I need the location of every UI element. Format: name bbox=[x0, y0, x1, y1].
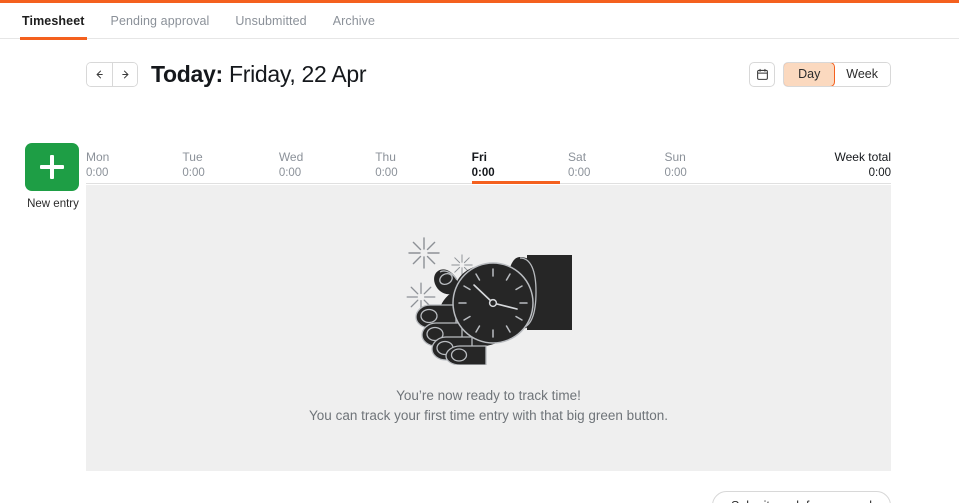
day-column-sat[interactable]: Sat 0:00 bbox=[568, 144, 664, 183]
calendar-picker-button[interactable] bbox=[749, 61, 776, 87]
day-total: 0:00 bbox=[375, 167, 398, 179]
day-name: Tue bbox=[182, 150, 203, 164]
main-tab-bar: Timesheet Pending approval Unsubmitted A… bbox=[0, 3, 959, 40]
arrow-left-icon bbox=[96, 70, 103, 78]
empty-state-text: You’re now ready to track time! You can … bbox=[309, 386, 668, 426]
day-total: 0:00 bbox=[86, 167, 109, 179]
day-name: Mon bbox=[86, 150, 110, 164]
day-total: 0:00 bbox=[664, 167, 687, 179]
page-title-prefix: Today: bbox=[151, 60, 223, 87]
footer-actions: Submit week for approval bbox=[711, 491, 891, 503]
view-toggle-day-label: Day bbox=[798, 67, 821, 81]
view-toggle-week[interactable]: Week bbox=[834, 62, 890, 86]
day-name: Fri bbox=[471, 150, 487, 164]
day-column-sun[interactable]: Sun 0:00 bbox=[664, 144, 760, 183]
day-column-tue[interactable]: Tue 0:00 bbox=[182, 144, 278, 183]
new-entry-button[interactable] bbox=[25, 143, 79, 191]
plus-icon bbox=[40, 155, 64, 179]
day-column-mon[interactable]: Mon 0:00 bbox=[86, 144, 182, 183]
day-total: 0:00 bbox=[278, 167, 302, 179]
tab-pending-approval[interactable]: Pending approval bbox=[111, 3, 210, 39]
page-title-date: Friday, 22 Apr bbox=[228, 60, 367, 87]
view-toggle-group: Day Week bbox=[783, 61, 891, 87]
view-toggle-week-label: Week bbox=[846, 67, 878, 81]
day-name: Wed bbox=[278, 150, 304, 164]
new-entry-label: New entry bbox=[27, 198, 79, 210]
next-day-button[interactable] bbox=[112, 62, 137, 86]
day-column-thu[interactable]: Thu 0:00 bbox=[375, 144, 471, 183]
prev-day-button[interactable] bbox=[87, 62, 112, 86]
date-nav-group bbox=[86, 61, 138, 87]
timesheet-page: Today: Friday, 22 Apr Day Week New entry… bbox=[0, 39, 959, 503]
day-total: 0:00 bbox=[568, 167, 591, 179]
date-header-bar: Today: Friday, 22 Apr Day Week bbox=[86, 57, 891, 91]
tab-archive[interactable]: Archive bbox=[333, 3, 375, 39]
page-title: Today: Friday, 22 Apr bbox=[151, 60, 367, 88]
day-column-wed[interactable]: Wed 0:00 bbox=[279, 144, 375, 183]
day-total: 0:00 bbox=[471, 167, 495, 179]
week-total-label: Week total bbox=[834, 150, 891, 164]
week-day-header: Mon 0:00 Tue 0:00 Wed 0:00 Thu 0:00 Fri … bbox=[86, 144, 891, 184]
tab-archive-label: Archive bbox=[332, 13, 376, 28]
calendar-icon bbox=[756, 68, 768, 80]
submit-week-button[interactable]: Submit week for approval bbox=[711, 491, 891, 503]
view-toggle-day[interactable]: Day bbox=[784, 62, 836, 86]
tab-timesheet-label: Timesheet bbox=[22, 13, 85, 28]
week-total-value: 0:00 bbox=[868, 167, 891, 179]
day-column-fri[interactable]: Fri 0:00 bbox=[471, 144, 568, 184]
tab-unsubmitted-label: Unsubmitted bbox=[235, 13, 307, 28]
left-rail: New entry bbox=[25, 143, 81, 210]
hand-holding-clock-illustration bbox=[394, 225, 584, 370]
tab-timesheet[interactable]: Timesheet bbox=[20, 3, 87, 40]
day-name: Thu bbox=[375, 150, 396, 164]
timesheet-empty-state-panel: You’re now ready to track time! You can … bbox=[86, 185, 891, 471]
empty-state-line-2: You can track your first time entry with… bbox=[309, 407, 668, 423]
day-name: Sat bbox=[568, 150, 587, 164]
tab-pending-approval-label: Pending approval bbox=[110, 13, 210, 28]
empty-state-line-1: You’re now ready to track time! bbox=[396, 387, 581, 403]
day-name: Sun bbox=[664, 150, 686, 164]
day-total: 0:00 bbox=[182, 167, 205, 179]
week-total-column: Week total 0:00 bbox=[761, 144, 891, 183]
view-controls: Day Week bbox=[749, 61, 891, 87]
tab-unsubmitted[interactable]: Unsubmitted bbox=[235, 3, 306, 39]
arrow-right-icon bbox=[121, 70, 128, 78]
